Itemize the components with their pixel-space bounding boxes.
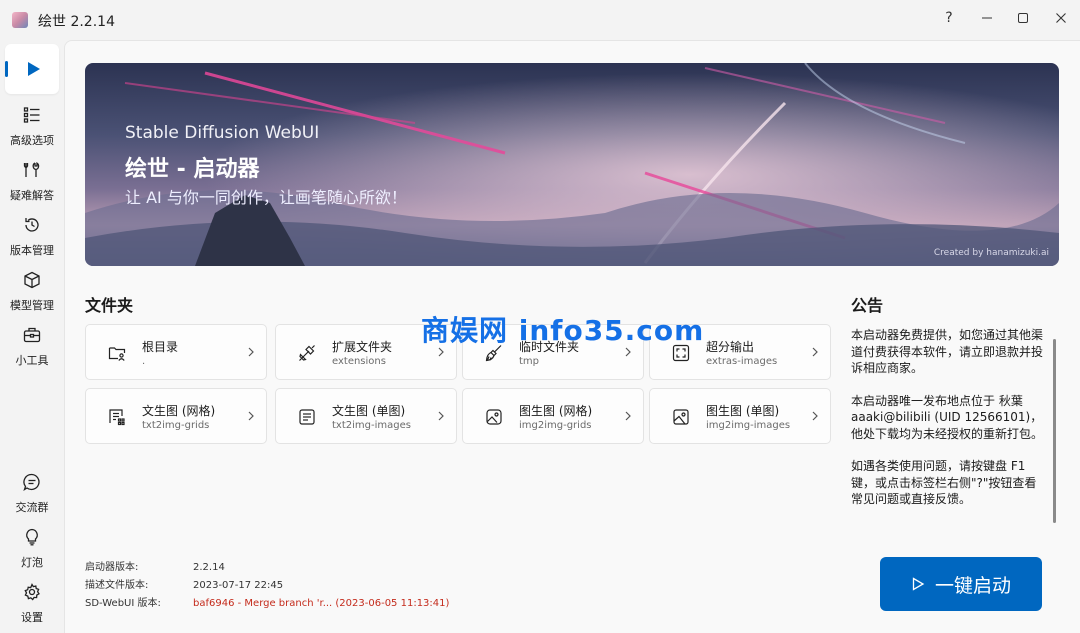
- sidebar-item-label: 交流群: [15, 501, 49, 514]
- version-label: 描述文件版本:: [85, 580, 149, 591]
- sidebar-item-label: 疑难解答: [10, 189, 54, 202]
- folder-path: txt2img-images: [332, 420, 411, 431]
- folder-path: img2img-grids: [519, 420, 592, 431]
- folder-card-img2img-images[interactable]: 图生图 (单图) img2img-images: [649, 388, 831, 444]
- sidebar-item-launch[interactable]: [5, 44, 59, 94]
- plug-icon: [299, 345, 315, 361]
- image-icon: [673, 409, 689, 425]
- list-icon: [23, 107, 40, 123]
- folder-name: 图生图 (网格): [519, 404, 593, 418]
- chevron-right-icon: [812, 411, 818, 421]
- launch-button-label: 一键启动: [934, 574, 1011, 597]
- title-bar: 绘世 2.2.14 ?: [0, 0, 1080, 40]
- sidebar-item-label: 模型管理: [10, 299, 54, 312]
- version-value: 2.2.14: [193, 562, 225, 573]
- sidebar-item-tools[interactable]: 小工具: [0, 326, 64, 378]
- sidebar-item-versions[interactable]: 版本管理: [0, 216, 64, 268]
- folder-path: img2img-images: [706, 420, 791, 431]
- image-grid-icon: [486, 409, 502, 425]
- sidebar-item-label: 高级选项: [10, 134, 54, 147]
- lightbulb-icon: [26, 528, 38, 546]
- launch-button[interactable]: 一键启动: [880, 557, 1042, 611]
- chevron-right-icon: [625, 411, 631, 421]
- main-panel: Stable Diffusion WebUI 绘世 - 启动器 让 AI 与你一…: [64, 40, 1080, 633]
- folder-name: 扩展文件夹: [332, 340, 393, 354]
- toolbox-icon: [23, 327, 41, 343]
- folder-card-root[interactable]: 根目录 .: [85, 324, 267, 380]
- chevron-right-icon: [248, 347, 254, 357]
- folder-card-txt2img-grids[interactable]: 文生图 (网格) txt2img-grids: [85, 388, 267, 444]
- folder-path: extras-images: [706, 356, 778, 367]
- play-icon: [28, 62, 40, 76]
- chat-icon: [23, 473, 40, 491]
- watermark: 商娱网 info35.com: [421, 314, 705, 347]
- gear-icon: [24, 583, 40, 601]
- banner-title: 绘世 - 启动器: [125, 157, 260, 182]
- notice-heading: 公告: [851, 296, 884, 315]
- folder-path: extensions: [332, 356, 386, 367]
- help-icon: ?: [945, 10, 953, 26]
- version-value[interactable]: baf6946 - Merge branch 'r... (2023-06-05…: [193, 598, 449, 609]
- sidebar-item-label: 小工具: [15, 354, 49, 367]
- chevron-right-icon: [812, 347, 818, 357]
- banner-subtitle: Stable Diffusion WebUI: [125, 123, 320, 143]
- active-indicator: [5, 61, 8, 77]
- version-row-launcher: 启动器版本: 2.2.14: [85, 558, 225, 573]
- sidebar-item-label: 设置: [21, 611, 43, 624]
- version-value: 2023-07-17 22:45: [193, 580, 284, 591]
- banner-slogan: 让 AI 与你一同创作，让画笔随心所欲！: [125, 188, 407, 207]
- folder-name: 文生图 (网格): [142, 404, 216, 418]
- chevron-right-icon: [438, 411, 444, 421]
- folder-path: tmp: [519, 356, 540, 367]
- folder-card-txt2img-images[interactable]: 文生图 (单图) txt2img-images: [275, 388, 457, 444]
- close-button[interactable]: [1038, 4, 1080, 32]
- notice-paragraph: 本启动器免费提供，如您通过其他渠道付费获得本软件，请立即退款并投诉相应商家。: [851, 328, 1044, 375]
- minimize-icon: [982, 17, 992, 19]
- folder-name: 超分输出: [706, 340, 755, 354]
- sidebar-item-lightbulb[interactable]: 灯泡: [0, 528, 64, 580]
- notice-scrollbar[interactable]: [1053, 339, 1056, 523]
- sidebar-item-troubleshoot[interactable]: 疑难解答: [0, 161, 64, 213]
- notice-paragraph: 如遇各类使用问题，请按键盘 F1 键，或点击标签栏右侧"?"按钮查看常见问题或直…: [851, 459, 1037, 506]
- close-icon: [1056, 13, 1066, 23]
- maximize-icon: [1018, 13, 1028, 23]
- tools-icon: [23, 161, 40, 177]
- text-grid-icon: [109, 409, 125, 426]
- sidebar: 高级选项 疑难解答 版本管理 模型管理 小工具 交流群 灯泡 设置: [0, 40, 64, 633]
- sidebar-item-models[interactable]: 模型管理: [0, 271, 64, 323]
- hero-banner: Stable Diffusion WebUI 绘世 - 启动器 让 AI 与你一…: [85, 63, 1059, 266]
- chevron-right-icon: [248, 411, 254, 421]
- cube-icon: [24, 271, 40, 289]
- play-outline-icon: [912, 577, 925, 591]
- version-label: SD-WebUI 版本:: [85, 598, 161, 609]
- sidebar-item-community[interactable]: 交流群: [0, 473, 64, 525]
- text-doc-icon: [299, 409, 315, 425]
- sidebar-item-advanced[interactable]: 高级选项: [0, 106, 64, 158]
- folder-name: 根目录: [142, 340, 179, 354]
- folder-name: 图生图 (单图): [706, 404, 780, 418]
- folders-heading: 文件夹: [85, 296, 134, 315]
- app-logo: [12, 12, 28, 28]
- version-row-descriptor: 描述文件版本: 2023-07-17 22:45: [85, 576, 283, 591]
- history-icon: [25, 218, 39, 232]
- folder-path: .: [142, 356, 146, 367]
- folder-card-img2img-grids[interactable]: 图生图 (网格) img2img-grids: [462, 388, 644, 444]
- folder-path: txt2img-grids: [142, 420, 210, 431]
- sidebar-item-label: 版本管理: [10, 244, 54, 257]
- version-row-webui: SD-WebUI 版本: baf6946 - Merge branch 'r...…: [85, 594, 449, 609]
- version-label: 启动器版本:: [85, 562, 139, 573]
- sidebar-item-settings[interactable]: 设置: [0, 583, 64, 633]
- folder-name: 文生图 (单图): [332, 404, 406, 418]
- folder-user-icon: [108, 347, 126, 361]
- banner-credit: Created by hanamizuki.ai: [933, 248, 1049, 258]
- notice-body: 本启动器免费提供，如您通过其他渠道付费获得本软件，请立即退款并投诉相应商家。 本…: [851, 327, 1047, 524]
- window-title: 绘世 2.2.14: [38, 14, 115, 30]
- notice-paragraph: 本启动器唯一发布地点位于 秋葉aaaki@bilibili (UID 12566…: [851, 393, 1044, 441]
- sidebar-item-label: 灯泡: [21, 556, 43, 569]
